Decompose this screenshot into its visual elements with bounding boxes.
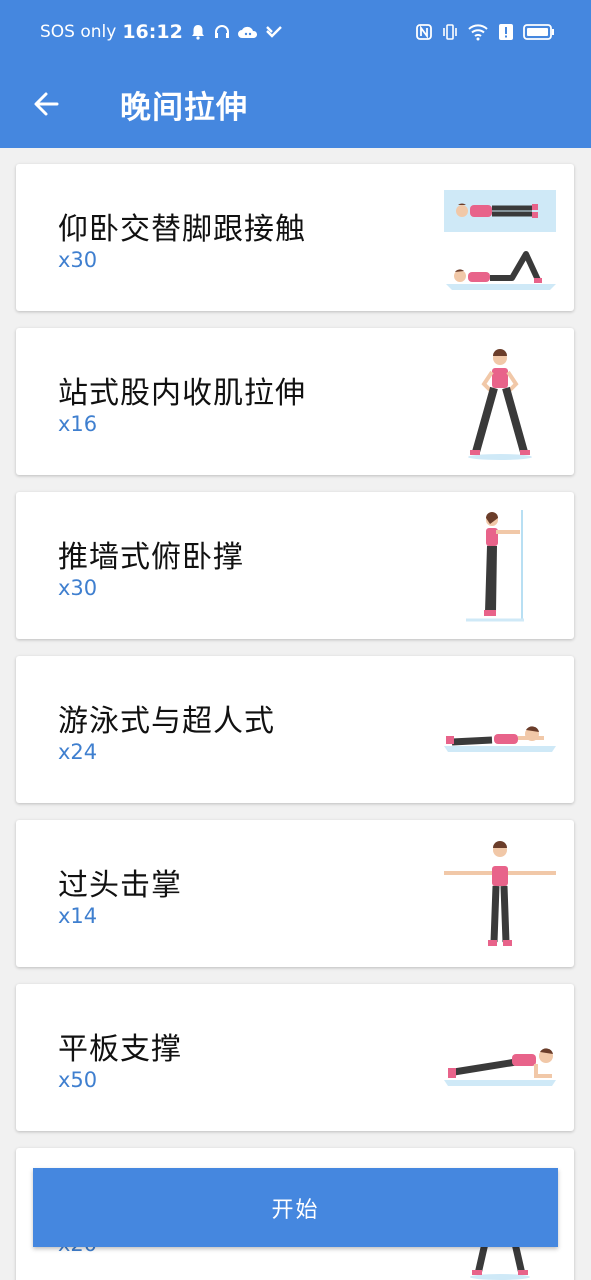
exercise-reps: x30	[58, 248, 98, 272]
exercise-card[interactable]: 过头击掌 x14	[16, 820, 574, 967]
exercise-illustration-icon	[444, 190, 556, 290]
carrier-text: SOS only	[40, 22, 117, 42]
page-title: 晚间拉伸	[120, 90, 248, 126]
exercise-card[interactable]: 推墙式俯卧撑 x30	[16, 492, 574, 639]
exercise-reps: x16	[58, 412, 98, 436]
exercise-reps: x24	[58, 740, 98, 764]
status-bar: SOS only 16:12	[0, 0, 591, 64]
wifi-icon	[468, 24, 488, 41]
exercise-reps: x50	[58, 1068, 98, 1092]
exercise-card[interactable]: 平板支撑 x50	[16, 984, 574, 1131]
clock-time: 16:12	[122, 21, 183, 43]
exercise-name: 平板支撑	[58, 1032, 182, 1067]
start-button[interactable]: 开始	[33, 1168, 558, 1247]
exercise-name: 游泳式与超人式	[58, 704, 275, 739]
exercise-illustration-icon	[444, 841, 556, 946]
cloud-icon	[237, 26, 257, 38]
exercise-name: 站式股内收肌拉伸	[58, 376, 306, 411]
exercise-card[interactable]: 仰卧交替脚跟接触 x30	[16, 164, 574, 311]
toolbar: 晚间拉伸	[0, 64, 591, 148]
battery-icon	[523, 24, 554, 40]
bell-icon	[191, 25, 204, 40]
vibrate-icon	[443, 24, 457, 40]
exercise-name: 过头击掌	[58, 868, 182, 903]
headset-icon	[214, 25, 229, 38]
back-button[interactable]	[26, 84, 66, 124]
app-icon	[265, 26, 282, 38]
alert-icon	[499, 24, 513, 40]
status-left: SOS only 16:12	[40, 21, 283, 43]
exercise-list: 仰卧交替脚跟接触 x30 站式股内收肌拉伸 x16 推墙式俯卧撑 x30 游泳式…	[16, 164, 574, 1280]
nfc-icon	[416, 24, 432, 40]
exercise-reps: x14	[58, 904, 98, 928]
exercise-card[interactable]: 游泳式与超人式 x24	[16, 656, 574, 803]
exercise-illustration-icon	[466, 510, 524, 622]
exercise-reps: x30	[58, 576, 98, 600]
arrow-left-icon	[34, 92, 59, 116]
exercise-name: 推墙式俯卧撑	[58, 540, 244, 575]
exercise-illustration-icon	[444, 726, 556, 752]
exercise-illustration-icon	[444, 1048, 556, 1086]
exercise-illustration-icon	[468, 349, 532, 460]
exercise-name: 仰卧交替脚跟接触	[58, 212, 306, 247]
status-right	[415, 23, 555, 41]
app-bar: SOS only 16:12 晚间拉伸	[0, 0, 591, 148]
exercise-card[interactable]: 站式股内收肌拉伸 x16	[16, 328, 574, 475]
